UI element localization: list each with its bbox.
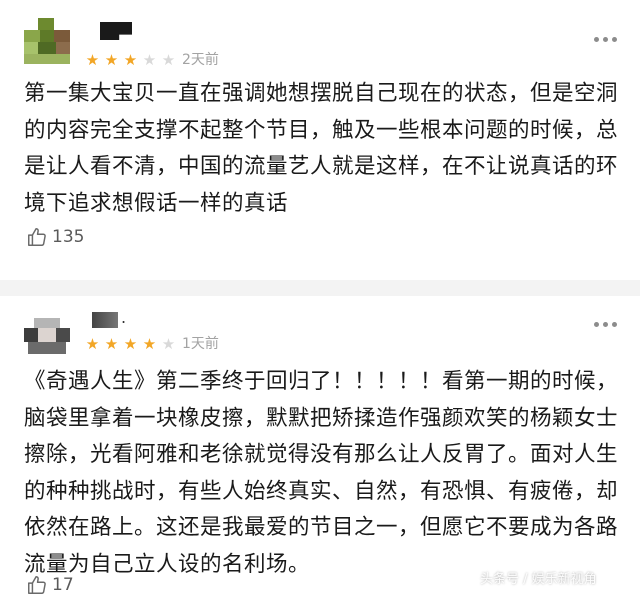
star-icon: ★: [142, 335, 157, 353]
more-dots-icon[interactable]: [594, 319, 620, 329]
username[interactable]: [92, 312, 118, 328]
thumb-up-icon: [28, 576, 46, 594]
watermark: 头条号 / 娱乐新视角: [480, 572, 597, 587]
star-icon: ★: [104, 335, 119, 353]
like-count: 17: [52, 575, 74, 595]
review-card: . ★ ★ ★ ★ ★ 1天前 《奇遇人生》第二季终于回归了！！！！！看第一期的…: [0, 0, 640, 595]
star-icon: ★: [161, 335, 176, 353]
timestamp: 1天前: [182, 336, 219, 352]
avatar[interactable]: [24, 308, 70, 354]
review-text: 《奇遇人生》第二季终于回归了！！！！！看第一期的时候，脑袋里拿着一块橡皮擦，默默…: [24, 369, 619, 577]
star-icon: ★: [85, 335, 100, 353]
username-suffix: .: [121, 308, 127, 327]
like-button[interactable]: 17: [26, 574, 74, 596]
rating-stars: ★ ★ ★ ★ ★: [84, 336, 177, 352]
star-icon: ★: [123, 335, 138, 353]
